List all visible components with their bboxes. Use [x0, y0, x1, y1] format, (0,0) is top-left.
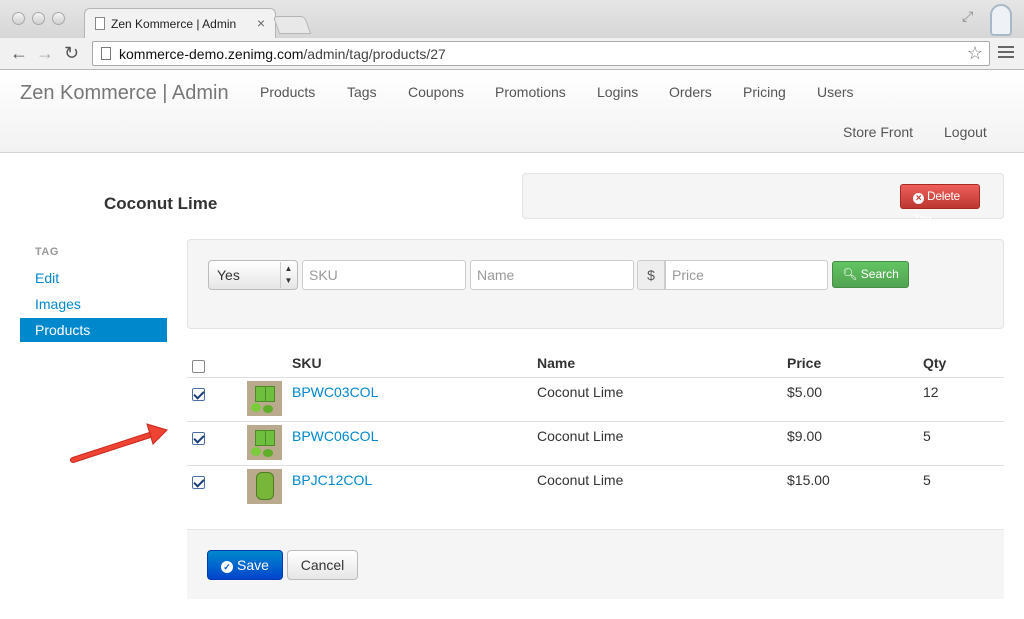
delete-tag-button[interactable]: × Delete Tag	[900, 184, 980, 226]
save-button[interactable]: ✓ Save	[207, 550, 283, 580]
window-minimize-button[interactable]	[32, 12, 45, 25]
tab-title: Zen Kommerce | Admin	[111, 17, 237, 31]
page-title: Coconut Lime	[104, 194, 218, 213]
row-checkbox[interactable]	[192, 432, 205, 445]
table-divider	[187, 421, 1004, 422]
row-name: Coconut Lime	[537, 428, 624, 444]
nav-store-front[interactable]: Store Front	[843, 124, 913, 140]
row-name: Coconut Lime	[537, 472, 624, 488]
row-name: Coconut Lime	[537, 384, 624, 400]
forward-arrow-icon[interactable]: →	[36, 42, 54, 64]
select-all-checkbox[interactable]	[192, 360, 205, 373]
cancel-button[interactable]: Cancel	[287, 550, 358, 580]
row-sku-link[interactable]: BPWC03COL	[292, 384, 378, 400]
tagged-select[interactable]: Yes ▲ ▼	[208, 260, 298, 290]
column-header-price[interactable]: Price	[787, 355, 821, 371]
name-input[interactable]: Name	[470, 260, 634, 290]
filter-form: Yes ▲ ▼ SKU Name $ Price 🔍︎ Search	[187, 239, 1004, 329]
browser-toolbar: ← → ↻ kommerce-demo.zenimg.com/admin/tag…	[0, 38, 1024, 70]
table-divider	[187, 465, 1004, 466]
nav-orders[interactable]: Orders	[669, 84, 712, 100]
remove-circle-icon: ×	[913, 193, 924, 204]
search-icon: 🔍︎	[842, 267, 858, 281]
profile-avatar-icon[interactable]	[990, 4, 1012, 36]
row-sku-link[interactable]: BPWC06COL	[292, 428, 378, 444]
row-sku-link[interactable]: BPJC12COL	[292, 472, 372, 488]
new-tab-button[interactable]	[272, 16, 312, 34]
nav-products[interactable]: Products	[260, 84, 315, 100]
row-checkbox[interactable]	[192, 476, 205, 489]
currency-addon: $	[637, 260, 665, 290]
table-divider	[187, 377, 1004, 378]
address-bar[interactable]: kommerce-demo.zenimg.com/admin/tag/produ…	[92, 41, 990, 66]
column-header-qty[interactable]: Qty	[923, 355, 946, 371]
tab-close-icon[interactable]: ×	[257, 15, 265, 31]
browser-tab[interactable]: Zen Kommerce | Admin ×	[84, 8, 276, 38]
back-arrow-icon[interactable]: ←	[10, 42, 28, 64]
sku-input[interactable]: SKU	[302, 260, 466, 290]
brand-logo[interactable]: Zen Kommerce | Admin	[20, 82, 229, 105]
form-actions: ✓ Save Cancel	[187, 529, 1004, 599]
page-icon	[95, 17, 105, 30]
window-close-button[interactable]	[12, 12, 25, 25]
row-checkbox[interactable]	[192, 388, 205, 401]
admin-navbar: Zen Kommerce | Admin Products Tags Coupo…	[0, 71, 1024, 153]
url-text: kommerce-demo.zenimg.com/admin/tag/produ…	[119, 46, 446, 62]
product-thumbnail	[247, 425, 282, 460]
fullscreen-icon[interactable]: ⤢	[962, 8, 973, 25]
row-price: $5.00	[787, 384, 823, 400]
column-header-name[interactable]: Name	[537, 355, 575, 371]
ok-circle-icon: ✓	[221, 561, 234, 573]
product-thumbnail	[247, 469, 282, 504]
price-input[interactable]: Price	[665, 260, 828, 290]
column-header-sku[interactable]: SKU	[292, 355, 322, 371]
actions-well: × Delete Tag	[522, 173, 1004, 226]
nav-users[interactable]: Users	[817, 84, 854, 100]
row-price: $9.00	[787, 428, 823, 444]
reload-icon[interactable]: ↻	[64, 42, 79, 64]
nav-pricing[interactable]: Pricing	[743, 84, 786, 100]
select-arrows-icon: ▲ ▼	[280, 262, 296, 288]
window-zoom-button[interactable]	[52, 12, 65, 25]
sidebar-item-edit[interactable]: Edit	[20, 266, 167, 290]
nav-logins[interactable]: Logins	[597, 84, 638, 100]
bookmark-star-icon[interactable]: ☆	[967, 43, 983, 64]
annotation-arrow-icon	[70, 423, 168, 463]
nav-tags[interactable]: Tags	[347, 84, 377, 100]
nav-promotions[interactable]: Promotions	[495, 84, 566, 100]
browser-menu-icon[interactable]	[998, 46, 1014, 60]
page-icon	[101, 47, 111, 60]
row-qty: 5	[923, 428, 931, 444]
row-qty: 12	[923, 384, 939, 400]
sidebar-item-images[interactable]: Images	[20, 292, 167, 316]
search-button[interactable]: 🔍︎ Search	[832, 261, 909, 288]
sidebar-item-products[interactable]: Products	[20, 318, 167, 342]
row-price: $15.00	[787, 472, 830, 488]
browser-tabstrip: Zen Kommerce | Admin × ⤢	[0, 0, 1024, 38]
nav-coupons[interactable]: Coupons	[408, 84, 464, 100]
product-thumbnail	[247, 381, 282, 416]
nav-logout[interactable]: Logout	[944, 124, 987, 140]
row-qty: 5	[923, 472, 931, 488]
sidebar-header: TAG	[35, 246, 59, 258]
